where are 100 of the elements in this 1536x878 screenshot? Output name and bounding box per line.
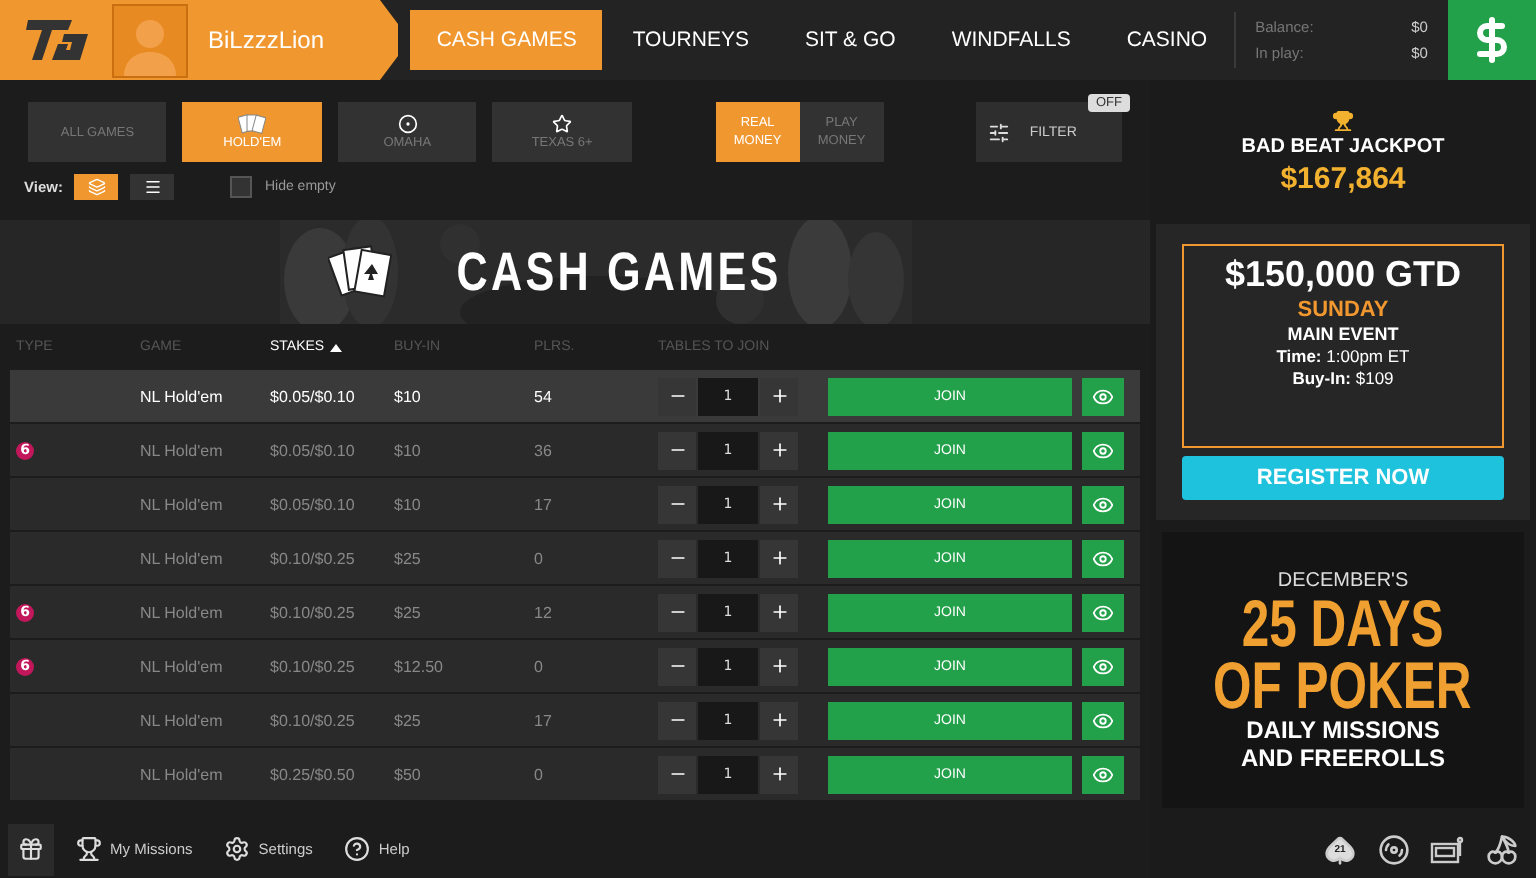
stakes-cell-text: $0.05/$0.10 [270,495,357,513]
increment-button[interactable] [760,431,798,469]
promo-eyebrow: DECEMBER'S [1277,569,1409,591]
increment-button[interactable] [760,485,798,523]
help-icon [344,836,371,862]
watch-button[interactable] [1082,377,1124,415]
buyin-cell-text: $12.50 [394,657,445,675]
eye-icon [1092,709,1114,731]
eye-icon [1092,439,1114,461]
game-cell-text: NL Hold'em [140,441,225,459]
buyin-cell-text: $50 [394,765,423,783]
layers-icon [87,177,106,195]
promo-day: SUNDAY [1297,298,1389,322]
buyin-cell-text: $10 [394,387,423,405]
cherry-icon [1486,833,1518,865]
cards-icon [238,114,267,134]
increment-button[interactable] [760,377,798,415]
watch-button[interactable] [1082,593,1124,631]
promo-subtitle: AND FREEROLLS [1241,743,1445,771]
star-icon [552,114,573,134]
players-cell-text: 0 [534,765,545,783]
sliders-icon [987,121,1010,143]
username: BiLzzzLion [208,26,325,54]
jackpot-title: BAD BEAT JACKPOT [1241,135,1445,157]
players-cell-text: 0 [534,657,545,675]
watch-button[interactable] [1082,539,1124,577]
players-cell-text: 17 [534,495,554,513]
promo-event: MAIN EVENT [1287,324,1399,344]
eye-icon [1092,385,1114,407]
watch-button[interactable] [1082,485,1124,523]
poker-chip-icon [1378,833,1410,865]
eye-icon [1092,547,1114,569]
game-launcher-button[interactable] [1484,831,1520,867]
stakes-cell-text: $0.05/$0.10 [270,441,357,459]
game-cell-text: NL Hold'em [140,495,225,513]
eye-icon [1092,655,1114,677]
plus-icon [769,656,789,676]
players-cell-text: 12 [534,603,554,621]
promo-buyin: Buy-In: $109 [1292,368,1394,388]
game-cell-text: NL Hold'em [140,603,225,621]
increment-button[interactable] [760,539,798,577]
slot-machine-icon [1430,835,1466,863]
spade-icon [1324,833,1356,865]
settings-icon [224,836,251,862]
view-mode-button[interactable] [74,173,119,199]
nav-tab[interactable]: SIT & GO [778,10,922,70]
stakes-cell-text: $0.25/$0.50 [270,765,357,783]
trophy-icon [76,836,102,862]
game-launcher-button[interactable] [1376,831,1412,867]
increment-button[interactable] [760,755,798,793]
watch-button[interactable] [1082,431,1124,469]
nav-tab[interactable]: TOURNEYS [606,10,775,70]
eye-icon [1092,601,1114,623]
game-launcher-button[interactable] [1430,831,1466,867]
game-cell-text: NL Hold'em [140,765,225,783]
watch-button[interactable] [1082,755,1124,793]
stakes-cell-text: $0.10/$0.25 [270,711,357,729]
nav-tab[interactable]: WINDFALLS [925,10,1097,70]
plus-icon [769,764,789,784]
gift-icon [18,836,44,862]
stakes-cell-text: $0.05/$0.10 [270,387,357,405]
checkbox[interactable] [230,175,253,197]
watch-button[interactable] [1082,647,1124,685]
players-cell-text: 17 [534,711,554,729]
nav-tab[interactable]: CASINO [1100,10,1234,70]
banner-title: CASH GAMES [456,241,782,303]
game-cell-text: NL Hold'em [140,657,225,675]
plus-icon [769,386,789,406]
promo-headline: 25 DAYS [1242,591,1444,653]
game-cell-text: NL Hold'em [140,387,225,405]
stakes-cell-text: $0.10/$0.25 [270,657,357,675]
players-cell-text: 0 [534,549,545,567]
eye-icon [1092,763,1114,785]
watch-button[interactable] [1082,701,1124,739]
players-cell-text: 36 [534,441,554,459]
plus-icon [769,548,789,568]
plus-icon [769,494,789,514]
increment-button[interactable] [760,647,798,685]
view-mode-button[interactable] [130,173,175,199]
promo-time: Time: 1:00pm ET [1276,346,1410,366]
promo-amount: $150,000 GTD [1224,254,1462,296]
game-cell-text: NL Hold'em [140,549,225,567]
gift-button[interactable] [8,823,54,875]
game-cell-text: NL Hold'em [140,711,225,729]
promo-headline: OF POKER [1213,653,1473,715]
stakes-cell-text: $0.10/$0.25 [270,549,357,567]
logo-icon [24,16,92,64]
increment-button[interactable] [760,593,798,631]
cards-icon [327,242,396,302]
buyin-cell-text: $25 [394,711,423,729]
increment-button[interactable] [760,701,798,739]
eye-icon [1092,493,1114,515]
plus-icon [769,602,789,622]
sort-arrow-icon [330,343,343,351]
stakes-cell-text: $0.10/$0.25 [270,603,357,621]
cashier-button[interactable] [1447,0,1536,80]
buyin-cell-text: $25 [394,549,423,567]
plus-icon [769,710,789,730]
players-cell-text: 54 [534,387,554,405]
jackpot-amount: $167,864 [1280,161,1406,195]
